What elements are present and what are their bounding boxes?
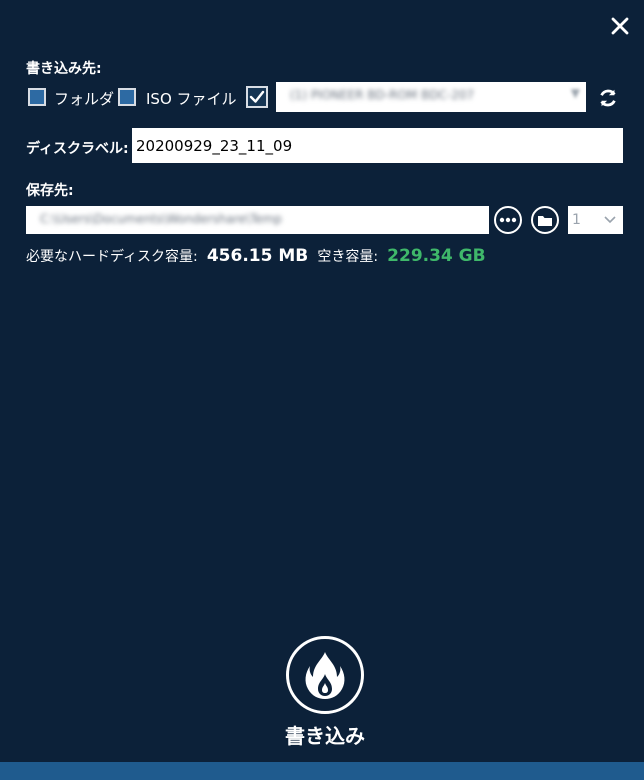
refresh-button[interactable] (594, 84, 622, 112)
close-icon (611, 17, 629, 35)
checkmark-icon (249, 90, 265, 103)
browse-more-button[interactable] (494, 206, 522, 234)
iso-file-label[interactable]: ISO ファイル (146, 88, 237, 109)
disc-label-input[interactable] (132, 128, 623, 163)
count-select[interactable]: 1 (568, 206, 623, 234)
iso-file-checkbox[interactable] (118, 88, 136, 106)
disc-drive-value: (1) PIONEER BD-ROM BDC-207 (290, 88, 475, 102)
required-space-label: 必要なハードディスク容量: (26, 249, 198, 265)
save-path-field[interactable]: C:\Users\Documents\Wondershare\Temp (26, 206, 489, 234)
write-to-label: 書き込み先: (26, 61, 102, 77)
disc-drive-select[interactable]: (1) PIONEER BD-ROM BDC-207 ▼ (276, 82, 586, 112)
chevron-down-icon (604, 216, 616, 224)
open-folder-button[interactable] (531, 206, 559, 234)
refresh-icon (600, 89, 616, 107)
burn-circle (286, 636, 364, 714)
folder-icon (538, 216, 552, 226)
disc-drive-checkbox[interactable] (246, 86, 268, 108)
more-icon (499, 217, 517, 223)
save-to-label: 保存先: (26, 183, 74, 199)
chevron-down-icon: ▼ (570, 86, 580, 100)
flame-icon (305, 652, 345, 699)
save-path-value: C:\Users\Documents\Wondershare\Temp (40, 212, 282, 226)
burn-button[interactable] (280, 636, 370, 716)
close-button[interactable] (606, 12, 634, 40)
free-space-label: 空き容量: (317, 249, 379, 265)
count-select-value: 1 (572, 212, 581, 228)
disc-label-label: ディスクラベル: (26, 141, 129, 157)
folder-label[interactable]: フォルダ (54, 88, 114, 109)
required-space-value: 456.15 MB (206, 246, 309, 266)
disk-space-info: 必要なハードディスク容量: 456.15 MB 空き容量: 229.34 GB (26, 246, 486, 266)
free-space-value: 229.34 GB (387, 246, 486, 266)
folder-checkbox[interactable] (28, 88, 46, 106)
burn-label[interactable]: 書き込み (250, 720, 400, 749)
bottom-bar (0, 762, 644, 780)
